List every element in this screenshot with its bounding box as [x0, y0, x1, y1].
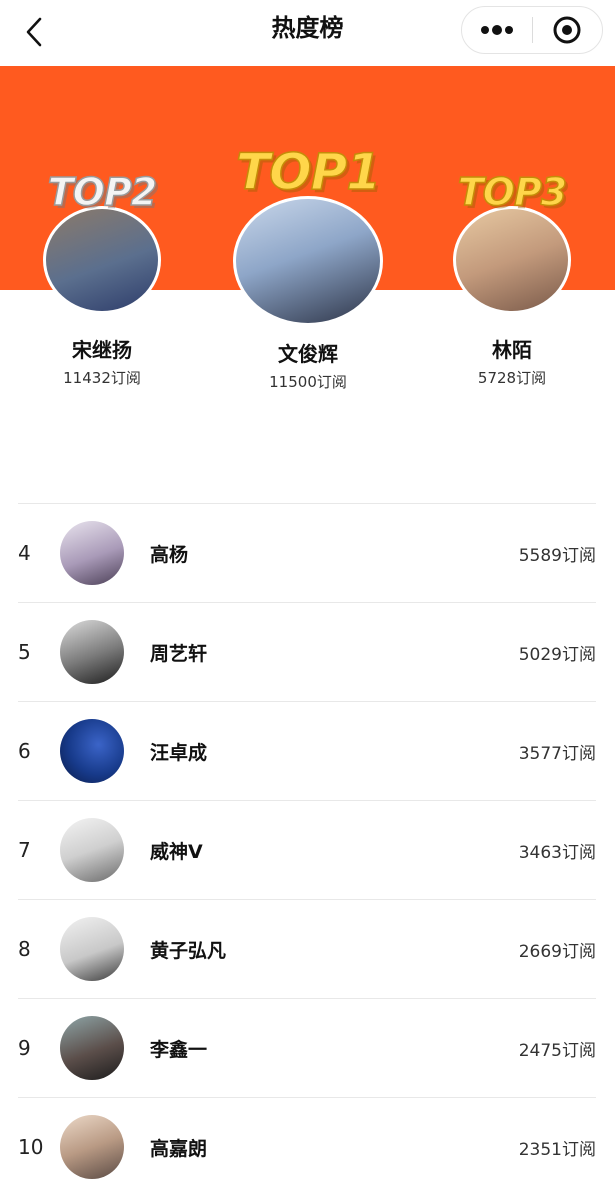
target-circle-icon	[553, 16, 581, 44]
avatar	[60, 818, 124, 882]
avatar	[60, 917, 124, 981]
more-dots-icon	[480, 25, 513, 35]
ranking-row[interactable]: 4 高杨 5589订阅	[18, 503, 596, 602]
top3-name: 林陌	[492, 338, 532, 362]
artist-name: 李鑫一	[150, 1038, 208, 1061]
ranking-row[interactable]: 6 汪卓成 3577订阅	[18, 701, 596, 800]
top2-badge: TOP2	[47, 169, 158, 215]
subscription-count: 2351订阅	[518, 1139, 596, 1160]
ranking-list: 4 高杨 5589订阅 5 周艺轩 5029订阅 6 汪卓成 3577订阅 7 …	[18, 503, 596, 1196]
artist-name: 威神V	[150, 840, 203, 863]
rank-number: 4	[18, 541, 31, 565]
top2-avatar	[43, 206, 161, 314]
rank-number: 5	[18, 640, 31, 664]
avatar	[60, 1016, 124, 1080]
top3-avatar	[453, 206, 571, 314]
ranking-row[interactable]: 7 威神V 3463订阅	[18, 800, 596, 899]
artist-name: 周艺轩	[150, 642, 208, 665]
ranking-row[interactable]: 5 周艺轩 5029订阅	[18, 602, 596, 701]
artist-name: 汪卓成	[150, 741, 208, 764]
subscription-count: 5029订阅	[518, 644, 596, 665]
top3-subscriptions: 5728订阅	[477, 369, 547, 387]
ranking-row[interactable]: 10 高嘉朗 2351订阅	[18, 1097, 596, 1196]
rank-number: 10	[18, 1135, 44, 1159]
top3-badge: TOP3	[457, 169, 568, 215]
subscription-count: 2475订阅	[518, 1040, 596, 1061]
top2-name: 宋继扬	[72, 338, 132, 362]
avatar	[60, 620, 124, 684]
artist-name: 高嘉朗	[150, 1137, 208, 1160]
subscription-count: 2669订阅	[518, 941, 596, 962]
subscription-count: 3577订阅	[518, 743, 596, 764]
top1-badge: TOP1	[235, 143, 382, 201]
top3-card[interactable]: TOP3 林陌 5728订阅	[442, 169, 582, 388]
top1-card[interactable]: TOP1 文俊辉 11500订阅	[218, 143, 398, 392]
rank-number: 9	[18, 1036, 31, 1060]
rank-number: 6	[18, 739, 31, 763]
top1-subscriptions: 11500订阅	[269, 373, 347, 391]
top1-name: 文俊辉	[278, 342, 338, 366]
top2-subscriptions: 11432订阅	[63, 369, 141, 387]
subscription-count: 3463订阅	[518, 842, 596, 863]
close-button[interactable]	[533, 7, 603, 53]
more-button[interactable]	[462, 7, 532, 53]
avatar	[60, 1115, 124, 1179]
rank-number: 8	[18, 937, 31, 961]
subscription-count: 5589订阅	[518, 545, 596, 566]
top2-card[interactable]: TOP2 宋继扬 11432订阅	[32, 169, 172, 388]
artist-name: 高杨	[150, 543, 189, 566]
mini-program-capsule	[461, 6, 603, 54]
avatar	[60, 521, 124, 585]
avatar	[60, 719, 124, 783]
artist-name: 黄子弘凡	[150, 939, 227, 962]
top1-avatar	[233, 196, 383, 326]
rank-number: 7	[18, 838, 31, 862]
ranking-row[interactable]: 8 黄子弘凡 2669订阅	[18, 899, 596, 998]
ranking-row[interactable]: 9 李鑫一 2475订阅	[18, 998, 596, 1097]
nav-bar: 热度榜	[0, 0, 615, 66]
